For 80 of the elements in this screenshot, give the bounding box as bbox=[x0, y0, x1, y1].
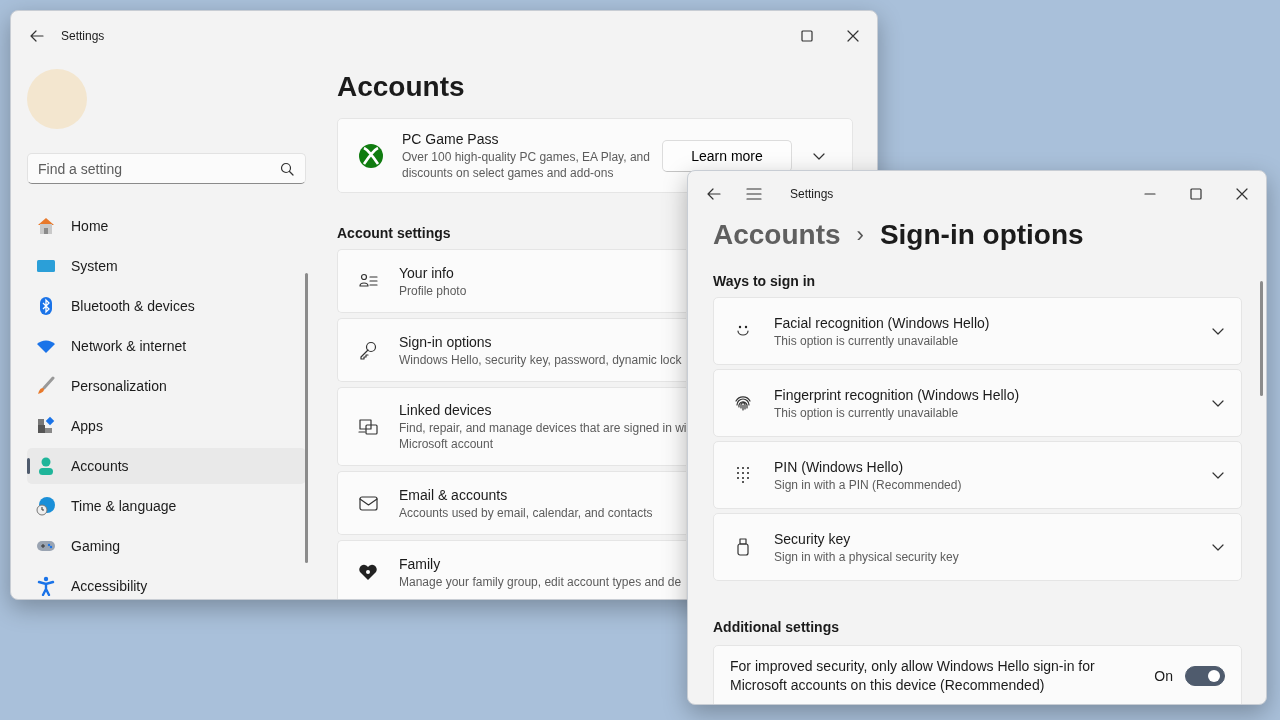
nav-item[interactable]: Time & language bbox=[27, 488, 306, 524]
card-description: Accounts used by email, calendar, and contacts bbox=[399, 504, 653, 521]
sign-in-option[interactable]: Fingerprint recognition (Windows Hello) This option is currently unavailable bbox=[713, 369, 1242, 437]
window-title: Settings bbox=[790, 187, 834, 201]
nav-item[interactable]: Apps bbox=[27, 408, 306, 444]
option-title: Facial recognition (Windows Hello) bbox=[774, 313, 990, 333]
settings-card[interactable]: Email & accounts Accounts used by email, calendar, and contacts bbox=[337, 471, 686, 535]
nav-item[interactable]: Bluetooth & devices bbox=[27, 288, 306, 324]
card-title: PC Game Pass bbox=[402, 130, 499, 149]
sign-in-option[interactable]: Facial recognition (Windows Hello) This option is currently unavailable bbox=[713, 297, 1242, 365]
usb-key-icon bbox=[734, 537, 752, 557]
page-heading: Accounts bbox=[337, 70, 466, 104]
page-heading: Sign-in options bbox=[879, 219, 1084, 251]
scrollbar[interactable] bbox=[1260, 281, 1263, 396]
toggle-switch[interactable] bbox=[1185, 666, 1225, 686]
close-icon bbox=[847, 30, 859, 42]
xbox-icon bbox=[358, 142, 384, 169]
option-description: This option is currently unavailable bbox=[774, 332, 959, 349]
breadcrumb-link[interactable]: Accounts bbox=[713, 219, 841, 251]
settings-card[interactable]: Family Manage your family group, edit account types and de bbox=[337, 540, 686, 599]
option-title: Fingerprint recognition (Windows Hello) bbox=[774, 385, 1020, 405]
setting-description: For improved security, only allow Windows Hello sign-in for Microsoft accounts on this device (Recommended) bbox=[730, 657, 1096, 695]
section-heading: Additional settings bbox=[713, 618, 839, 637]
nav-item[interactable]: Accessibility bbox=[27, 568, 306, 599]
card-description: Find, repair, and manage devices that are signed in wi bbox=[399, 420, 687, 436]
devices-icon bbox=[358, 416, 379, 437]
card-description: Microsoft account bbox=[399, 436, 494, 452]
menu-icon bbox=[746, 187, 762, 201]
option-title: Security key bbox=[774, 529, 851, 549]
back-icon bbox=[706, 186, 722, 202]
nav-item[interactable]: Network & internet bbox=[27, 328, 306, 364]
card-description: Manage your family group, edit account types and de bbox=[399, 573, 682, 590]
back-icon bbox=[29, 28, 45, 44]
nav-item[interactable]: Home bbox=[27, 208, 306, 244]
nav-item[interactable]: Personalization bbox=[27, 368, 306, 404]
nav-item[interactable]: Gaming bbox=[27, 528, 306, 564]
card-title: Sign-in options bbox=[399, 332, 492, 352]
card-description: Windows Hello, security key, password, dynamic lock bbox=[399, 351, 682, 368]
maximize-icon bbox=[1190, 188, 1202, 200]
nav-item[interactable]: Accounts bbox=[27, 448, 306, 484]
option-description: Sign in with a PIN (Recommended) bbox=[774, 476, 962, 493]
close-icon bbox=[1236, 188, 1248, 200]
sign-in-option[interactable]: PIN (Windows Hello) Sign in with a PIN (Recommended) bbox=[713, 441, 1242, 509]
heart-people-icon bbox=[358, 562, 379, 582]
maximize-icon bbox=[801, 30, 813, 42]
card-description: Profile photo bbox=[399, 282, 467, 299]
home-icon bbox=[36, 216, 56, 236]
breadcrumb-separator: › bbox=[856, 222, 864, 248]
learn-more-button[interactable]: Learn more bbox=[662, 139, 792, 172]
window-title: Settings bbox=[61, 29, 105, 43]
accessibility-icon bbox=[36, 576, 56, 596]
card-title: Linked devices bbox=[399, 401, 492, 420]
fingerprint-icon bbox=[734, 393, 752, 413]
search-field[interactable]: Find a setting bbox=[27, 153, 306, 184]
keypad-icon bbox=[734, 465, 752, 485]
settings-card[interactable]: Your info Profile photo bbox=[337, 249, 686, 313]
option-title: PIN (Windows Hello) bbox=[774, 457, 904, 477]
section-heading: Ways to sign in bbox=[713, 272, 816, 291]
brush-icon bbox=[36, 376, 56, 396]
settings-card[interactable]: Sign-in options Windows Hello, security key, password, dynamic lock bbox=[337, 318, 686, 382]
sign-in-option[interactable]: Security key Sign in with a physical security key bbox=[713, 513, 1242, 581]
mail-icon bbox=[358, 493, 379, 513]
card-description: Over 100 high-quality PC games, EA Play, and discounts on select games and add-ons bbox=[402, 149, 651, 181]
search-icon bbox=[280, 162, 294, 176]
person-icon bbox=[36, 456, 56, 476]
option-description: This option is currently unavailable bbox=[774, 404, 959, 421]
globe-clock-icon bbox=[36, 496, 56, 516]
toggle-state-label: On bbox=[1154, 668, 1173, 684]
card-title: Family bbox=[399, 554, 441, 574]
card-title: Your info bbox=[399, 263, 454, 283]
selection-indicator bbox=[27, 458, 30, 474]
apps-icon bbox=[36, 416, 56, 436]
card-title: Email & accounts bbox=[399, 485, 508, 505]
nav-item[interactable]: System bbox=[27, 248, 306, 284]
option-description: Sign in with a physical security key bbox=[774, 548, 959, 565]
key-icon bbox=[358, 340, 379, 360]
section-heading: Account settings bbox=[337, 224, 451, 243]
avatar bbox=[27, 69, 87, 129]
settings-card[interactable]: Linked devices Find, repair, and manage devices that are signed in wi Microsoft account bbox=[337, 387, 686, 466]
scrollbar[interactable] bbox=[305, 273, 308, 563]
